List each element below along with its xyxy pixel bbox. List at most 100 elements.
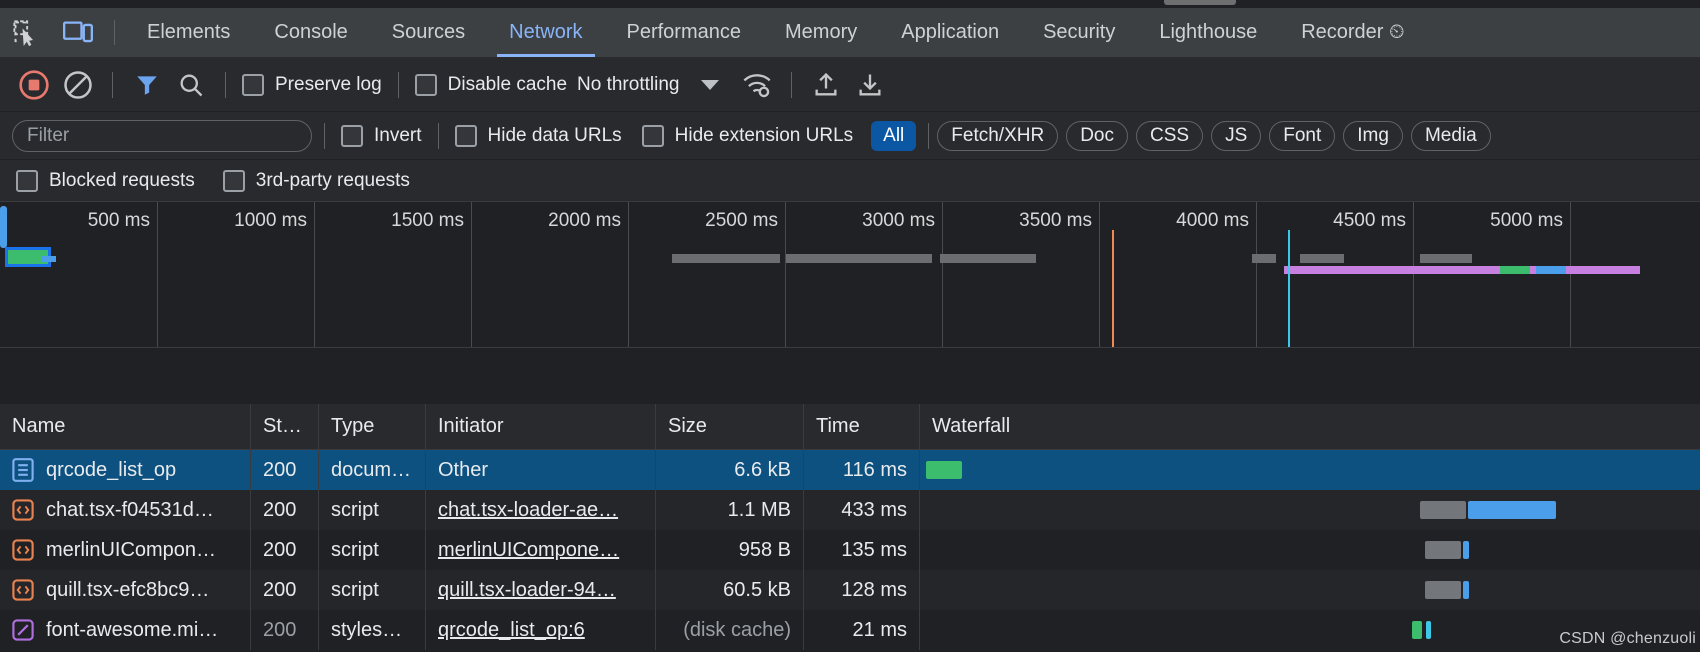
type-filter-fetch-xhr[interactable]: Fetch/XHR <box>937 121 1058 151</box>
tab-elements[interactable]: Elements <box>125 8 252 57</box>
preserve-log-label: Preserve log <box>275 74 382 96</box>
tab-console[interactable]: Console <box>252 8 369 57</box>
cell-type: docum… <box>319 450 426 490</box>
cell-time: 116 ms <box>804 450 920 490</box>
waterfall-bar <box>1425 581 1461 599</box>
tab-performance[interactable]: Performance <box>605 8 764 57</box>
table-row[interactable]: chat.tsx-f04531d…200script chat.tsx-loade… <box>0 490 1700 530</box>
checkbox-box <box>455 125 477 147</box>
dom-content-loaded-marker <box>1112 230 1114 348</box>
hide-extension-urls-checkbox[interactable]: Hide extension URLs <box>642 125 853 147</box>
cell-size: 958 B <box>656 530 804 570</box>
table-row[interactable]: merlinUICompon…200scriptmerlinUICompone…… <box>0 530 1700 570</box>
column-header-type[interactable]: Type <box>319 404 426 450</box>
table-row[interactable]: qrcode_list_op200docum…Other6.6 kB116 ms <box>0 450 1700 490</box>
table-row[interactable]: quill.tsx-efc8bc9…200scriptquill.tsx-loa… <box>0 570 1700 610</box>
initiator-link[interactable]: qrcode_list_op:6 <box>438 619 585 642</box>
column-header-time[interactable]: Time <box>804 404 920 450</box>
waterfall-bar <box>1468 501 1556 519</box>
cell-name: qrcode_list_op <box>0 450 251 490</box>
inspect-element-icon[interactable] <box>0 8 52 57</box>
filter-input[interactable] <box>12 120 312 152</box>
tab-recorder[interactable]: Recorder ⏲ <box>1279 8 1426 57</box>
type-filter-doc[interactable]: Doc <box>1066 121 1128 151</box>
preserve-log-checkbox[interactable]: Preserve log <box>242 74 382 96</box>
hide-data-urls-checkbox[interactable]: Hide data URLs <box>455 125 622 147</box>
cell-name: chat.tsx-f04531d… <box>0 490 251 530</box>
tab-sources[interactable]: Sources <box>370 8 487 57</box>
overview-tick-label: 1000 ms <box>234 210 314 232</box>
script-icon <box>12 498 34 522</box>
tab-label: Performance <box>627 21 742 44</box>
export-har-icon[interactable] <box>848 65 892 105</box>
overview-tick-label: 5000 ms <box>1490 210 1570 232</box>
type-filter-js[interactable]: JS <box>1211 121 1261 151</box>
blocked-requests-checkbox[interactable]: Blocked requests <box>16 170 195 192</box>
record-stop-icon[interactable] <box>12 65 56 105</box>
clear-icon[interactable] <box>56 65 100 105</box>
overview-tick-label: 2500 ms <box>705 210 785 232</box>
panel-tabs: Elements Console Sources Network Perform… <box>125 8 1700 57</box>
tab-network[interactable]: Network <box>487 8 604 57</box>
waterfall-bar <box>1425 541 1461 559</box>
column-header-name[interactable]: Name <box>0 404 251 450</box>
cell-status: 200 <box>251 490 319 530</box>
overview-gridline <box>1256 202 1257 347</box>
overview-request-band <box>1500 266 1530 274</box>
import-har-icon[interactable] <box>804 65 848 105</box>
cell-name: font-awesome.mi… <box>0 610 251 650</box>
network-overview-timeline[interactable]: 500 ms1000 ms1500 ms2000 ms2500 ms3000 m… <box>0 202 1700 348</box>
filterbar-separator <box>438 123 439 149</box>
cell-initiator[interactable]: qrcode_list_op:6 <box>426 610 656 650</box>
cell-initiator[interactable]: chat.tsx-loader-ae… <box>426 490 656 530</box>
tab-label: Recorder ⏲ <box>1301 21 1404 44</box>
script-icon <box>12 578 34 602</box>
devtools-window: Elements Console Sources Network Perform… <box>0 0 1700 652</box>
cell-type: styles… <box>319 610 426 650</box>
disable-cache-checkbox[interactable]: Disable cache <box>415 74 567 96</box>
tab-lighthouse[interactable]: Lighthouse <box>1137 8 1279 57</box>
column-header-st[interactable]: St… <box>251 404 319 450</box>
devtools-tabbar: Elements Console Sources Network Perform… <box>0 8 1700 58</box>
chevron-down-icon <box>701 80 719 90</box>
table-row[interactable]: font-awesome.mi…200styles…qrcode_list_op… <box>0 610 1700 650</box>
cell-type: script <box>319 490 426 530</box>
invert-label: Invert <box>374 125 422 147</box>
third-party-requests-checkbox[interactable]: 3rd-party requests <box>223 170 410 192</box>
toolbar-separator <box>791 72 792 98</box>
column-header-waterfall[interactable]: Waterfall <box>920 404 1700 450</box>
tab-application[interactable]: Application <box>879 8 1021 57</box>
initiator-link[interactable]: quill.tsx-loader-94… <box>438 579 616 602</box>
type-filter-all[interactable]: All <box>871 121 916 151</box>
hide-data-urls-label: Hide data URLs <box>488 125 622 147</box>
column-header-initiator[interactable]: Initiator <box>426 404 656 450</box>
pill-label: Media <box>1425 125 1477 147</box>
overview-request-band <box>786 254 932 263</box>
initiator-link[interactable]: chat.tsx-loader-ae… <box>438 499 618 522</box>
type-filter-font[interactable]: Font <box>1269 121 1335 151</box>
network-conditions-icon[interactable] <box>735 65 779 105</box>
overview-request-band <box>1252 254 1276 263</box>
search-icon[interactable] <box>169 65 213 105</box>
cell-initiator[interactable]: merlinUICompone… <box>426 530 656 570</box>
column-header-size[interactable]: Size <box>656 404 804 450</box>
filter-funnel-icon[interactable] <box>125 65 169 105</box>
device-toolbar-icon[interactable] <box>52 8 104 57</box>
initiator-link[interactable]: merlinUICompone… <box>438 539 619 562</box>
type-filter-css[interactable]: CSS <box>1136 121 1203 151</box>
tab-security[interactable]: Security <box>1021 8 1137 57</box>
cell-initiator[interactable]: quill.tsx-loader-94… <box>426 570 656 610</box>
type-filter-media[interactable]: Media <box>1411 121 1491 151</box>
overview-tick-label: 3000 ms <box>862 210 942 232</box>
tab-memory[interactable]: Memory <box>763 8 879 57</box>
third-party-requests-label: 3rd-party requests <box>256 170 410 192</box>
pill-label: Img <box>1357 125 1389 147</box>
watermark: CSDN @chenzuoli <box>1559 630 1696 648</box>
cell-status: 200 <box>251 450 319 490</box>
throttling-select[interactable]: No throttling <box>577 74 719 96</box>
overview-left-handle[interactable] <box>0 206 7 248</box>
overview-request-band <box>1284 266 1496 274</box>
type-filter-img[interactable]: Img <box>1343 121 1403 151</box>
cell-time: 433 ms <box>804 490 920 530</box>
invert-checkbox[interactable]: Invert <box>341 125 422 147</box>
